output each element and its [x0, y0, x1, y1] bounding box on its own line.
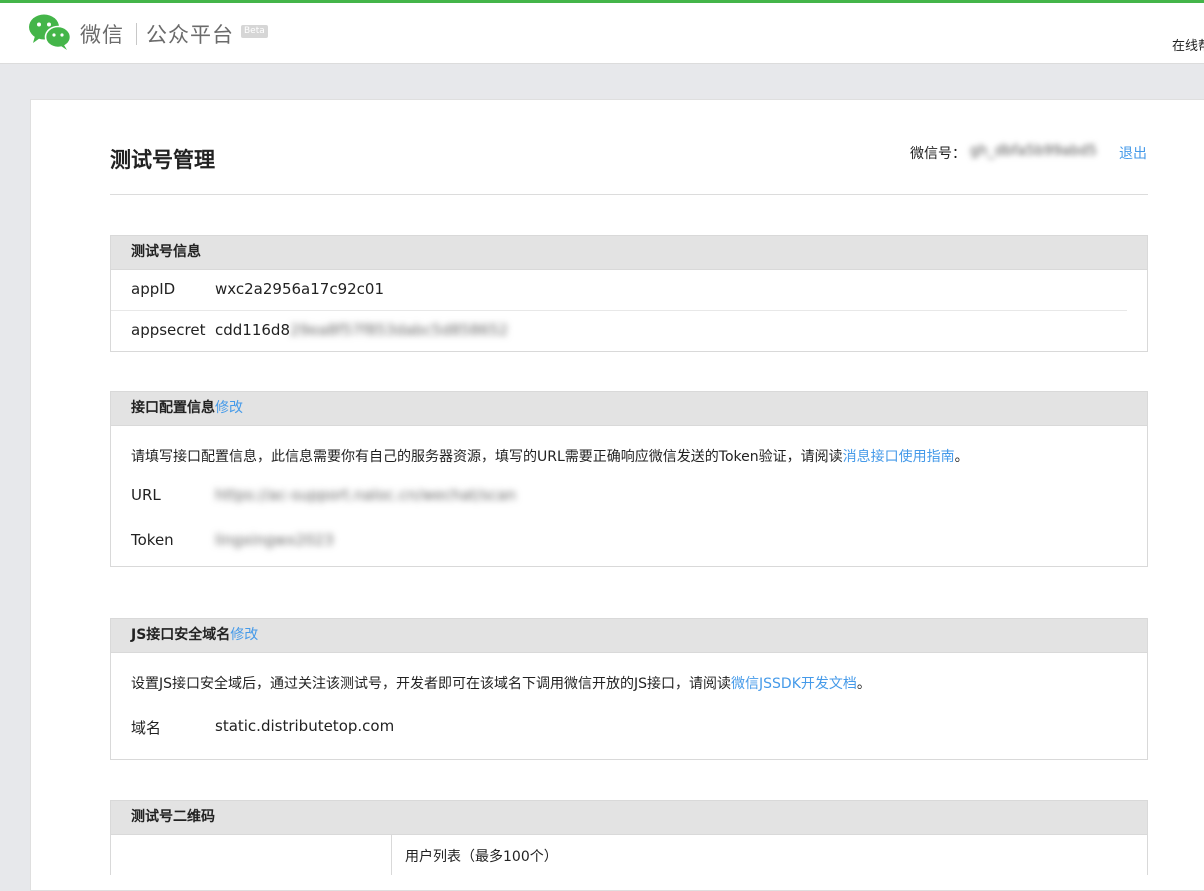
message-api-guide-link[interactable]: 消息接口使用指南	[843, 449, 955, 465]
logout-link[interactable]: 退出	[1119, 143, 1147, 163]
wechat-logo-icon	[29, 14, 72, 50]
js-domain-description: 设置JS接口安全域后，通过关注该测试号，开发者即可在该域名下调用微信开放的JS接…	[131, 676, 871, 692]
js-domain-edit-link[interactable]: 修改	[230, 627, 258, 643]
appid-row: appID wxc2a2956a17c92c01	[111, 270, 1127, 311]
account-id: gh_dbfa5b99abd5	[970, 143, 1097, 159]
top-header: 微信 公众平台 Beta 在线帮助	[0, 3, 1204, 64]
domain-value: static.distributetop.com	[215, 717, 395, 735]
qrcode-body: 用户列表（最多100个）	[111, 835, 1147, 875]
api-config-description: 请填写接口配置信息，此信息需要你有自己的服务器资源，填写的URL需要正确响应微信…	[131, 449, 969, 465]
api-config-edit-link[interactable]: 修改	[215, 400, 243, 416]
api-config-section: 接口配置信息修改 请填写接口配置信息，此信息需要你有自己的服务器资源，填写的UR…	[110, 391, 1148, 567]
jssdk-doc-link[interactable]: 微信JSSDK开发文档	[731, 676, 857, 692]
online-help-link[interactable]: 在线帮助	[1172, 35, 1204, 54]
url-label: URL	[131, 486, 161, 504]
title-divider	[110, 194, 1148, 195]
beta-badge: Beta	[241, 25, 268, 38]
test-account-info-section: 测试号信息 appID wxc2a2956a17c92c01 appsecret…	[110, 235, 1148, 352]
appsecret-value: cdd116d829ea8f57f853dabc5d858652	[215, 321, 509, 339]
appid-label: appID	[131, 280, 176, 298]
section-heading: 测试号二维码	[111, 801, 1147, 835]
token-label: Token	[131, 531, 174, 549]
qrcode-section: 测试号二维码 用户列表（最多100个）	[110, 800, 1148, 875]
url-row: URL https://ac-support.naloc.cn/wechat/s…	[111, 470, 1147, 516]
url-value: https://ac-support.naloc.cn/wechat/scan	[215, 486, 516, 504]
appsecret-label: appsecret	[131, 321, 206, 339]
js-domain-section: JS接口安全域名修改 设置JS接口安全域后，通过关注该测试号，开发者即可在该域名…	[110, 618, 1148, 760]
brand-separator	[136, 23, 137, 45]
domain-label: 域名	[131, 719, 162, 737]
section-heading: JS接口安全域名修改	[111, 619, 1147, 653]
brand-platform[interactable]: 公众平台	[146, 19, 234, 49]
page-title: 测试号管理	[110, 148, 215, 172]
section-heading: 测试号信息	[111, 236, 1147, 270]
brand-wechat[interactable]: 微信	[80, 19, 124, 49]
token-value: lingxingwx2023	[215, 531, 334, 549]
section-heading: 接口配置信息修改	[111, 392, 1147, 426]
account-label: 微信号：	[910, 146, 966, 162]
token-row: Token lingxingwx2023	[111, 516, 1147, 566]
user-list-heading: 用户列表（最多100个）	[405, 849, 558, 865]
qrcode-image-area	[111, 835, 392, 875]
domain-row: 域名 static.distributetop.com	[111, 697, 1147, 759]
appsecret-row: appsecret cdd116d829ea8f57f853dabc5d8586…	[111, 311, 1147, 351]
appid-value: wxc2a2956a17c92c01	[215, 280, 384, 298]
